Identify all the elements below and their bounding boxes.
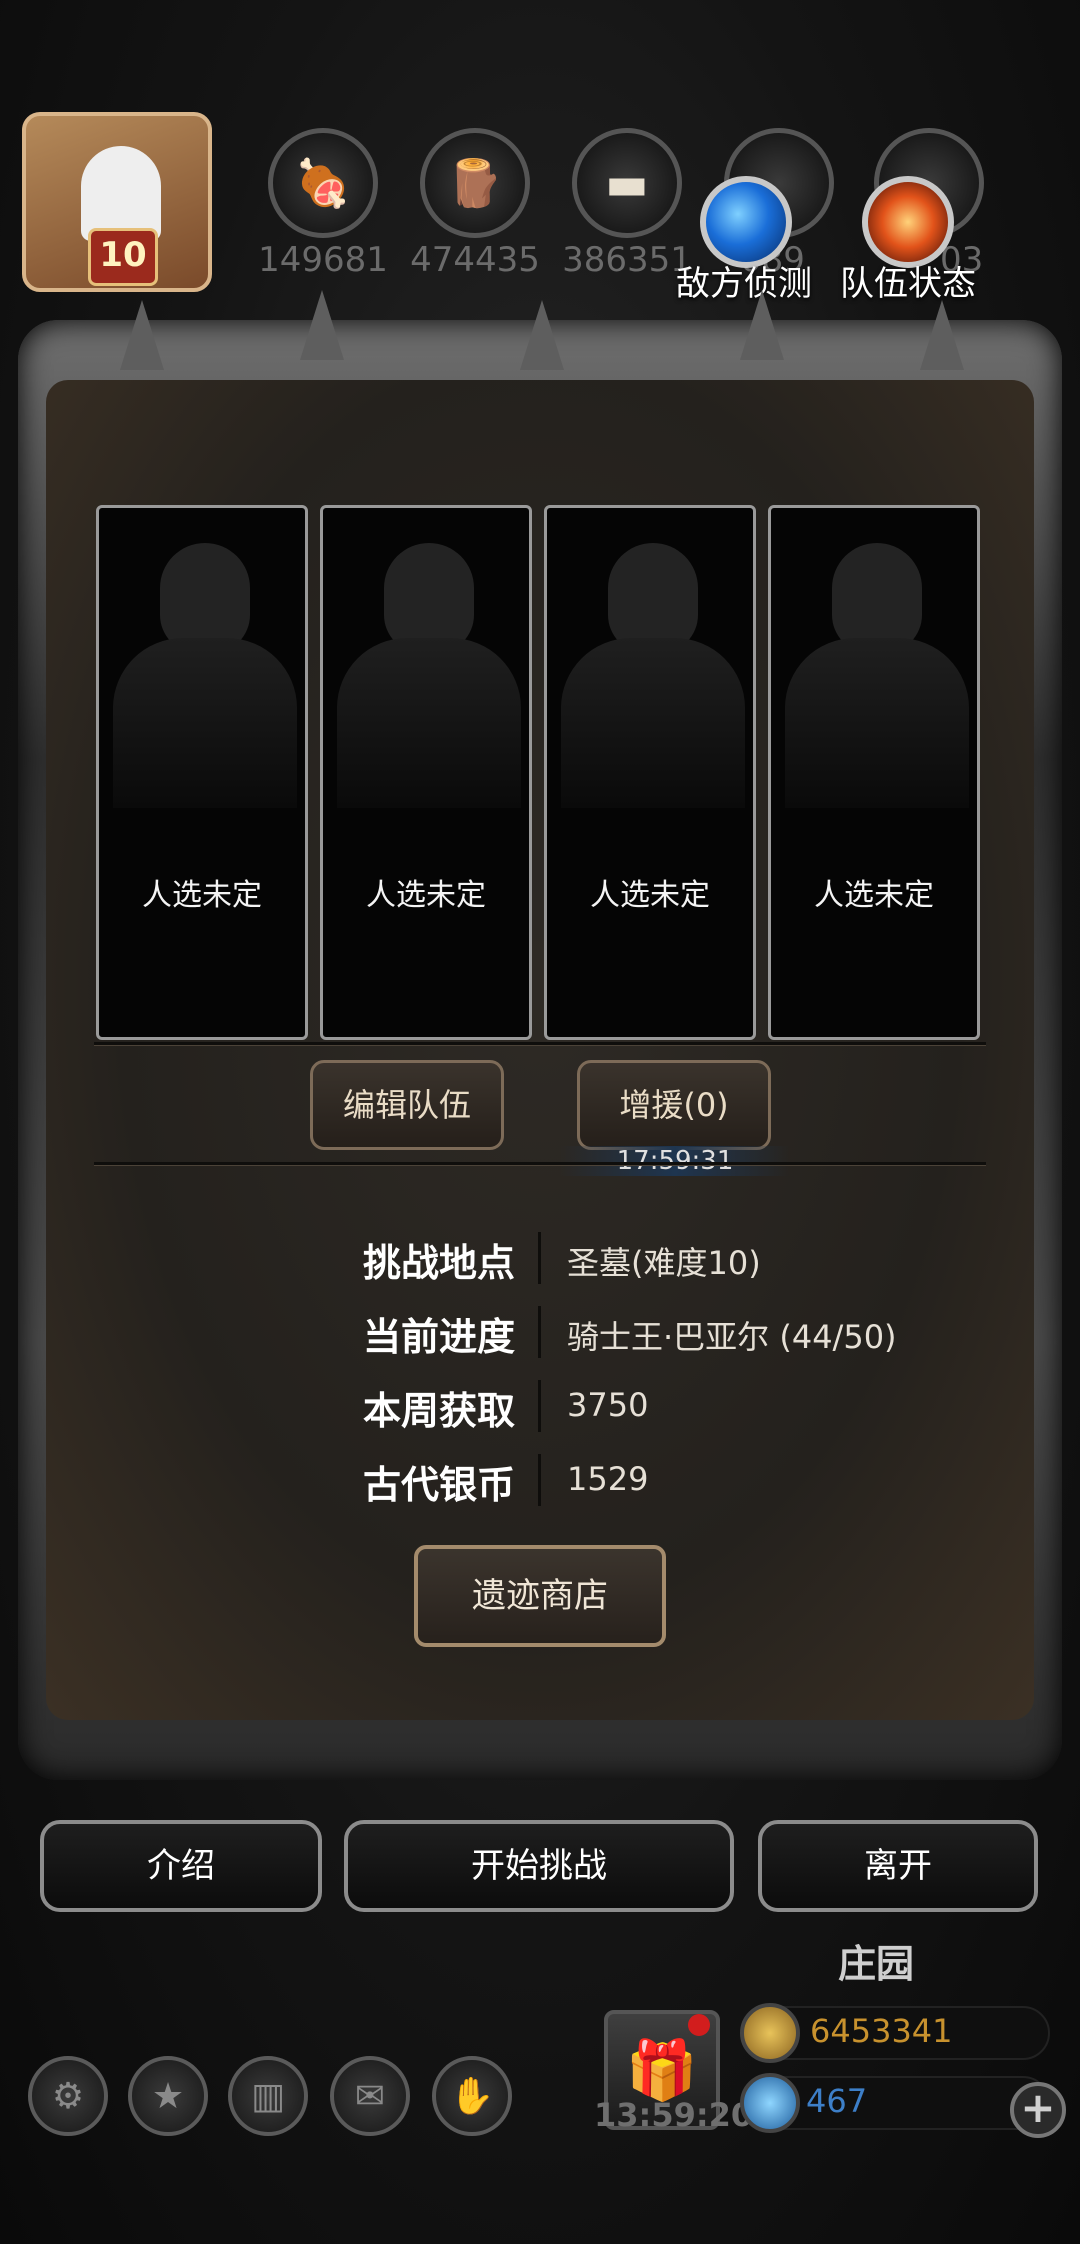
silhouette-icon bbox=[832, 543, 922, 653]
challenge-location-label: 挑战地点 bbox=[362, 1241, 515, 1285]
ranking-icon[interactable]: ▥ bbox=[228, 2056, 308, 2136]
ancient-silver-label: 古代银币 bbox=[362, 1463, 515, 1507]
iron-icon[interactable]: ▬ bbox=[572, 128, 682, 238]
silhouette-icon bbox=[384, 543, 474, 653]
knight-horse-icon bbox=[81, 146, 161, 241]
estate-label: 庄园 bbox=[838, 1942, 915, 1986]
player-avatar[interactable]: 10 bbox=[22, 112, 212, 292]
team-status-label: 队伍状态 bbox=[840, 264, 976, 304]
weekly-earned-value: 3750 bbox=[567, 1386, 649, 1424]
intro-button[interactable]: 介绍 bbox=[40, 1820, 322, 1912]
mail-icon[interactable]: ✉ bbox=[330, 2056, 410, 2136]
current-progress-label: 当前进度 bbox=[362, 1315, 515, 1359]
team-status-button[interactable] bbox=[862, 176, 954, 268]
team-slot[interactable]: 人选未定 bbox=[768, 505, 980, 1040]
resource-wood-value: 474435 bbox=[410, 240, 540, 280]
notification-dot bbox=[688, 2014, 710, 2036]
handshake-icon[interactable]: ✋ bbox=[432, 2056, 512, 2136]
silhouette-icon bbox=[160, 543, 250, 653]
row-separator bbox=[538, 1380, 541, 1432]
challenge-location-value: 圣墓(难度10) bbox=[567, 1244, 761, 1282]
reinforce-timer: 17:59:31 bbox=[560, 1146, 790, 1176]
gift-timer: 13:59:20 bbox=[594, 2096, 754, 2134]
gold-coin-icon bbox=[740, 2003, 800, 2063]
wood-icon[interactable]: 🪵 bbox=[420, 128, 530, 238]
frame-spike bbox=[300, 290, 344, 360]
gem-icon bbox=[740, 2073, 800, 2133]
resource-meat-value: 149681 bbox=[258, 240, 388, 280]
enemy-scout-button[interactable] bbox=[700, 176, 792, 268]
slot-label: 人选未定 bbox=[590, 878, 710, 913]
leave-button[interactable]: 离开 bbox=[758, 1820, 1038, 1912]
ancient-silver-value: 1529 bbox=[567, 1460, 649, 1498]
silhouette-icon bbox=[608, 543, 698, 653]
player-level-badge: 10 bbox=[88, 228, 158, 286]
meat-icon[interactable]: 🍖 bbox=[268, 128, 378, 238]
relic-shop-button[interactable]: 遗迹商店 bbox=[414, 1545, 666, 1647]
weekly-earned-label: 本周获取 bbox=[362, 1389, 515, 1433]
reinforce-button[interactable]: 增援(0) bbox=[577, 1060, 771, 1150]
current-progress-value: 骑士王·巴亚尔 (44/50) bbox=[567, 1318, 897, 1356]
divider bbox=[94, 1042, 986, 1046]
add-gem-button[interactable]: + bbox=[1010, 2082, 1066, 2138]
gem-amount: 467 bbox=[806, 2082, 868, 2120]
frame-spike bbox=[520, 300, 564, 370]
row-separator bbox=[538, 1306, 541, 1358]
slot-label: 人选未定 bbox=[366, 878, 486, 913]
row-separator bbox=[538, 1232, 541, 1284]
team-slot[interactable]: 人选未定 bbox=[544, 505, 756, 1040]
frame-spike bbox=[740, 290, 784, 360]
start-challenge-button[interactable]: 开始挑战 bbox=[344, 1820, 734, 1912]
frame-spike bbox=[920, 300, 964, 370]
team-slot[interactable]: 人选未定 bbox=[96, 505, 308, 1040]
edit-team-button[interactable]: 编辑队伍 bbox=[310, 1060, 504, 1150]
slot-label: 人选未定 bbox=[814, 878, 934, 913]
frame-spike bbox=[120, 300, 164, 370]
gear-icon[interactable]: ⚙ bbox=[28, 2056, 108, 2136]
slot-label: 人选未定 bbox=[142, 878, 262, 913]
divider bbox=[94, 1162, 986, 1166]
row-separator bbox=[538, 1454, 541, 1506]
gold-amount: 6453341 bbox=[810, 2012, 953, 2050]
team-slot[interactable]: 人选未定 bbox=[320, 505, 532, 1040]
star-icon[interactable]: ★ bbox=[128, 2056, 208, 2136]
